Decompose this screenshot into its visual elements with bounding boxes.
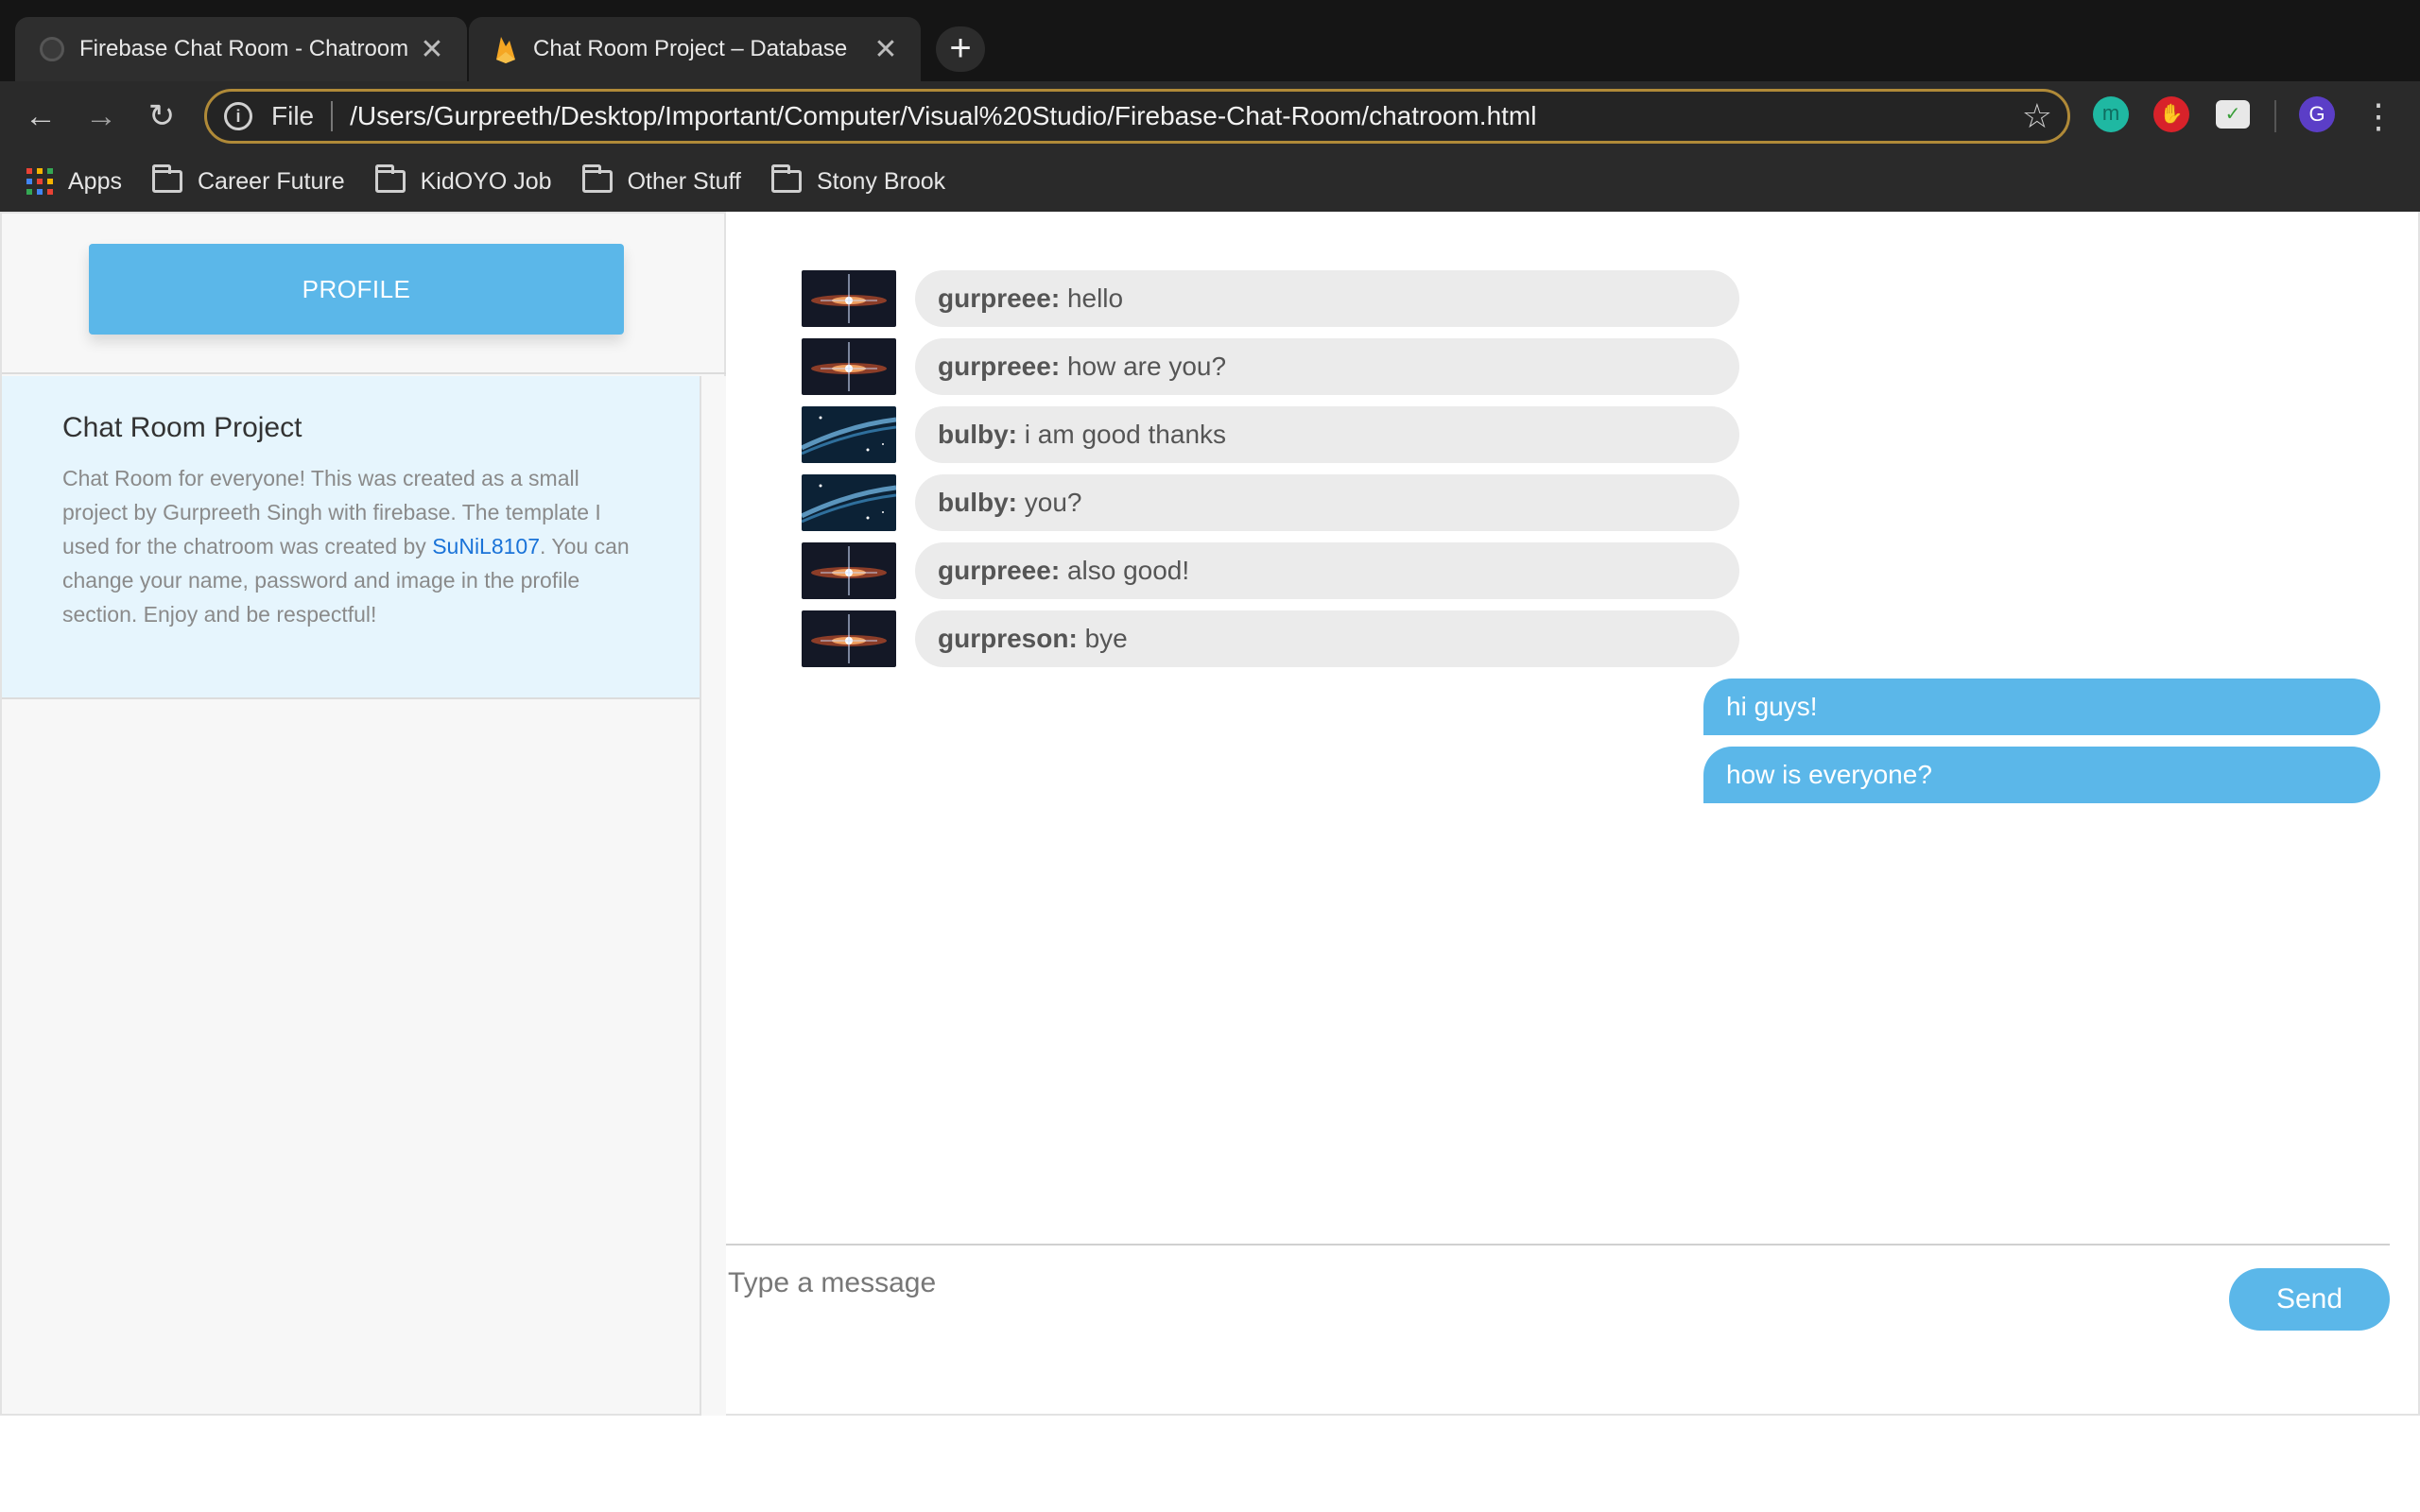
firebase-icon [493, 35, 518, 63]
author-link[interactable]: SuNiL8107 [432, 534, 540, 558]
compose-divider [726, 1244, 2390, 1246]
apps-grid-icon [26, 168, 53, 195]
url-text[interactable]: /Users/Gurpreeth/Desktop/Important/Compu… [350, 101, 2022, 131]
message-bubble: bulby: i am good thanks [915, 406, 1739, 463]
close-icon[interactable]: ✕ [872, 33, 900, 66]
message-input[interactable] [728, 1257, 2032, 1310]
message-author: bulby: [938, 420, 1017, 449]
message-author: gurpreee: [938, 284, 1061, 313]
bookmark-kidoyo-job[interactable]: KidOYO Job [374, 164, 552, 196]
forward-arrow-icon[interactable]: → [79, 94, 123, 138]
kebab-menu-icon[interactable]: ⋮ [2361, 93, 2395, 140]
sidebar: PROFILE Chat Room Project Chat Room for … [0, 212, 726, 1416]
extension-block-icon[interactable]: ✋ [2153, 96, 2189, 132]
close-icon[interactable]: ✕ [418, 33, 446, 66]
folder-icon [374, 164, 406, 193]
tab-database[interactable]: Chat Room Project – Database ✕ [469, 17, 921, 81]
message-author: gurpreson: [938, 624, 1078, 653]
message-incoming: gurpreson: bye [802, 610, 1739, 667]
message-text: how are you? [1066, 352, 1227, 381]
folder-icon [771, 164, 802, 193]
profile-button[interactable]: PROFILE [89, 244, 624, 335]
url-scheme: File [271, 101, 315, 130]
browser-toolbar: ← → ↻ i File /Users/Gurpreeth/Desktop/Im… [0, 81, 2420, 151]
message-author: gurpreee: [938, 556, 1061, 585]
bookmark-career-future[interactable]: Career Future [151, 164, 345, 196]
tab-strip: Firebase Chat Room - Chatroom ✕ Chat Roo… [0, 0, 2420, 81]
message-bubble: gurpreee: also good! [915, 542, 1739, 599]
folder-icon [151, 164, 182, 193]
page-content: PROFILE Chat Room Project Chat Room for … [0, 212, 2420, 1512]
info-icon[interactable]: i [224, 102, 252, 130]
divider [331, 101, 334, 131]
message-text: hello [1066, 284, 1124, 313]
extension-mail-icon[interactable]: ✓ [2216, 100, 2250, 129]
galaxy-avatar [802, 338, 896, 395]
bookmark-label: Stony Brook [817, 167, 946, 195]
tab-loading-icon [40, 37, 64, 61]
galaxy-avatar [802, 610, 896, 667]
message-outgoing: how is everyone? [1703, 747, 2380, 803]
message-text: also good! [1066, 556, 1190, 585]
room-description: Chat Room for everyone! This was created… [62, 461, 641, 631]
galaxy-avatar [802, 542, 896, 599]
room-title: Chat Room Project [62, 412, 302, 443]
bookmark-label: KidOYO Job [420, 167, 552, 195]
bookmark-label: Other Stuff [627, 167, 741, 195]
room-card[interactable]: Chat Room Project Chat Room for everyone… [2, 376, 700, 699]
bookmark-label: Apps [68, 167, 122, 195]
message-text: bye [1084, 624, 1128, 653]
profile-avatar-icon[interactable]: G [2299, 96, 2335, 132]
address-bar[interactable]: i File /Users/Gurpreeth/Desktop/Importan… [204, 89, 2070, 144]
message-bubble: gurpreson: bye [915, 610, 1739, 667]
message-incoming: bulby: i am good thanks [802, 406, 1739, 463]
message-incoming: gurpreee: how are you? [802, 338, 1739, 395]
message-outgoing: hi guys! [1703, 679, 2380, 735]
toolbar-divider [2274, 100, 2276, 132]
bookmark-label: Career Future [197, 167, 345, 195]
bookmark-star-icon[interactable]: ☆ [2022, 96, 2052, 136]
browser-chrome: Firebase Chat Room - Chatroom ✕ Chat Roo… [0, 0, 2420, 212]
send-button[interactable]: Send [2229, 1268, 2390, 1331]
chat-panel: gurpreee: hello gurpreee: how are you? b… [726, 212, 2420, 1416]
message-incoming: gurpreee: also good! [802, 542, 1739, 599]
bookmark-other-stuff[interactable]: Other Stuff [581, 164, 741, 196]
bookmark-stony-brook[interactable]: Stony Brook [771, 164, 946, 196]
new-tab-button[interactable]: + [936, 26, 985, 72]
bookmarks-bar: Apps Career Future KidOYO Job Other Stuf… [0, 151, 2420, 212]
tab-chatroom[interactable]: Firebase Chat Room - Chatroom ✕ [15, 17, 467, 81]
message-incoming: bulby: you? [802, 474, 1739, 531]
message-text: i am good thanks [1024, 420, 1227, 449]
tab-title: Chat Room Project – Database [533, 36, 848, 61]
space-blue-avatar [802, 474, 896, 531]
message-bubble: gurpreee: hello [915, 270, 1739, 327]
galaxy-avatar [802, 270, 896, 327]
tab-title: Firebase Chat Room - Chatroom [79, 36, 409, 61]
back-arrow-icon[interactable]: ← [19, 94, 62, 138]
folder-icon [581, 164, 613, 193]
message-incoming: gurpreee: hello [802, 270, 1739, 327]
message-bubble: bulby: you? [915, 474, 1739, 531]
sidebar-scrollbar[interactable] [700, 376, 726, 1416]
reload-icon[interactable]: ↻ [140, 94, 183, 138]
message-author: gurpreee: [938, 352, 1061, 381]
profile-area: PROFILE [2, 214, 726, 374]
message-bubble: gurpreee: how are you? [915, 338, 1739, 395]
bookmark-apps[interactable]: Apps [26, 168, 122, 196]
extension-m-icon[interactable]: m [2093, 96, 2129, 132]
space-blue-avatar [802, 406, 896, 463]
message-author: bulby: [938, 488, 1017, 517]
message-text: you? [1024, 488, 1082, 517]
